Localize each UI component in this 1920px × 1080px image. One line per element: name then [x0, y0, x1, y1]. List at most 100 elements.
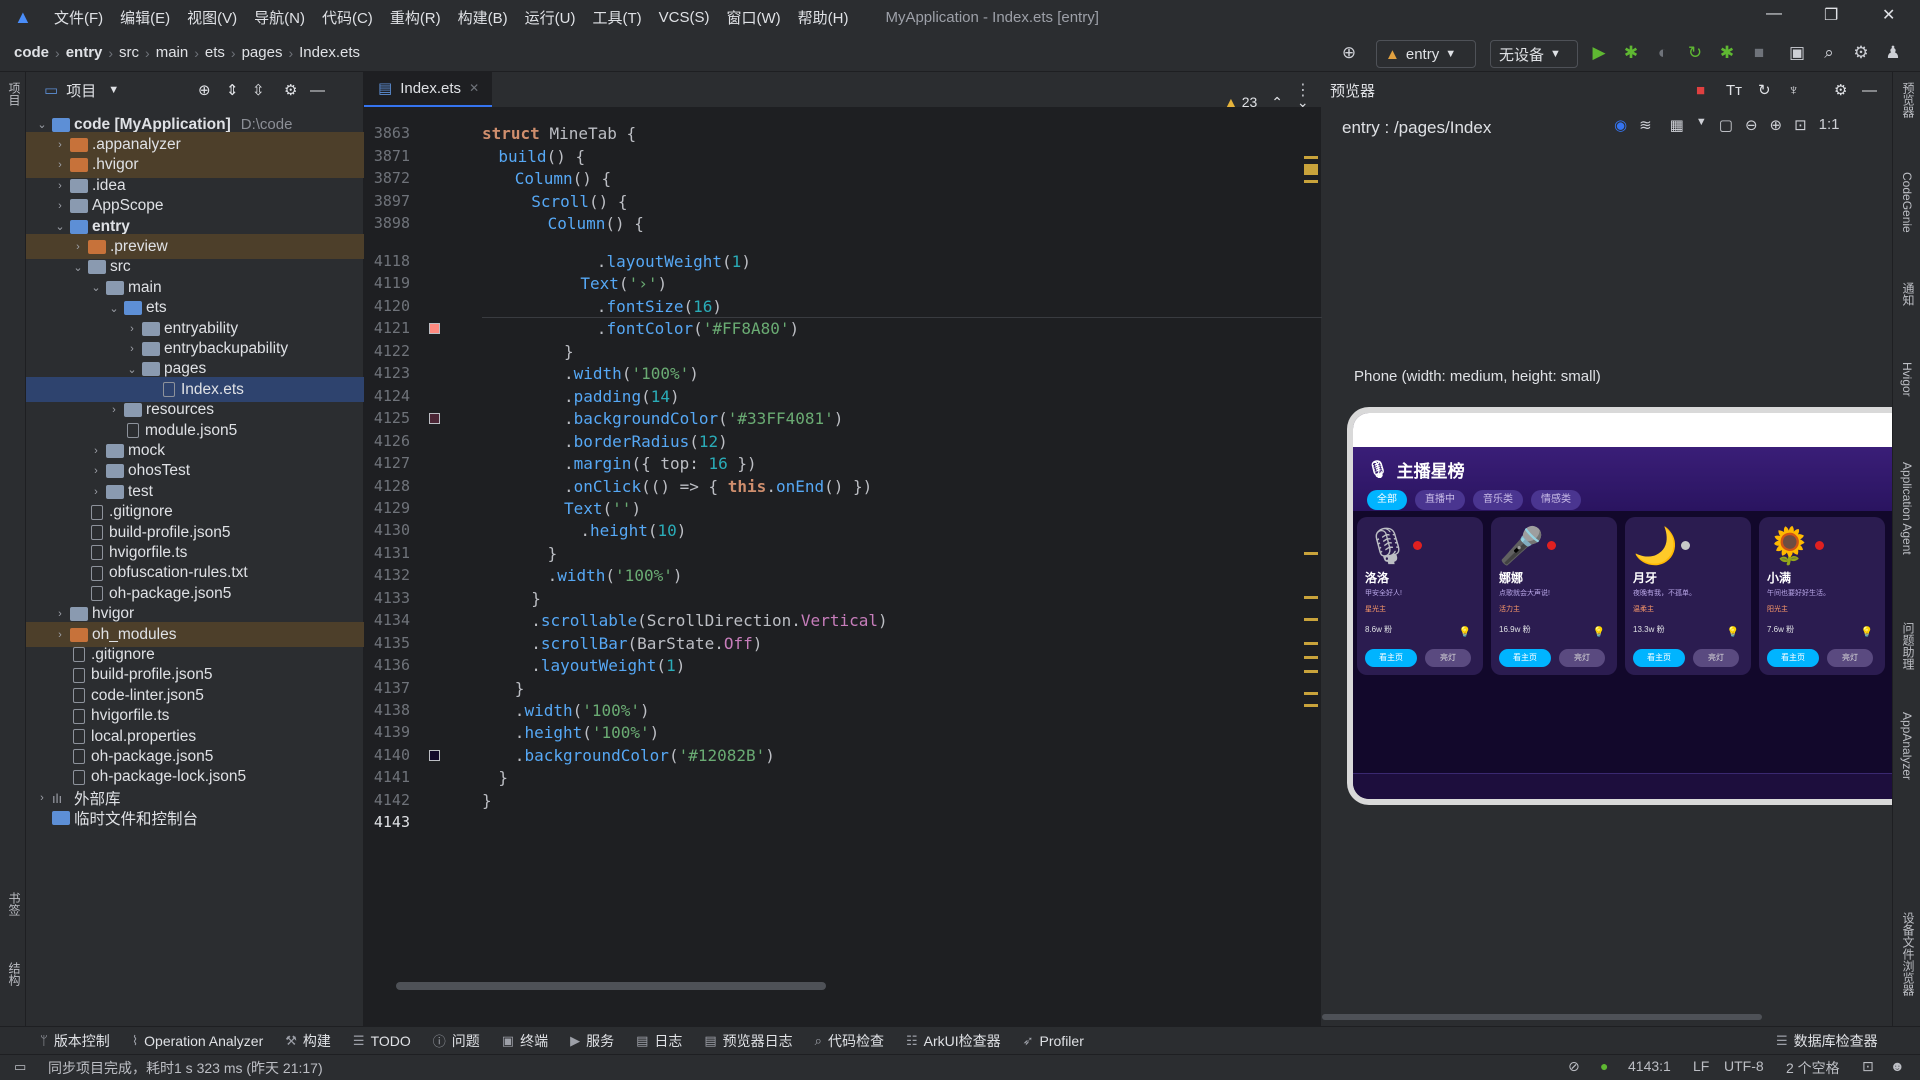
warning-stripe[interactable] [1304, 180, 1318, 183]
tool-previewer-log[interactable]: ▤ 预览器日志 [704, 1031, 792, 1051]
warning-stripe[interactable] [1304, 618, 1318, 621]
preview-scrollbar[interactable] [1322, 1014, 1762, 1020]
run-icon[interactable]: ▶ [1588, 42, 1610, 64]
code-line[interactable]: } [482, 342, 574, 361]
chevron-down-icon[interactable]: ⌄ [106, 302, 122, 315]
chevron-right-icon[interactable]: › [88, 445, 104, 457]
device-manager-icon[interactable]: ▣ [1786, 42, 1808, 64]
tool-problems[interactable]: ⓘ 问题 [433, 1031, 480, 1051]
apply-changes-icon[interactable]: ✱ [1716, 42, 1738, 64]
project-header-label[interactable]: 项目 [66, 80, 96, 101]
previewer-tool-button[interactable]: 预览器 [1900, 82, 1917, 118]
chevron-right-icon[interactable]: › [70, 241, 86, 253]
tool-database-inspector[interactable]: ☰ 数据库检查器 [1776, 1031, 1878, 1051]
chip-music[interactable]: 音乐类 [1473, 490, 1523, 510]
light-button[interactable]: 亮灯 [1693, 649, 1739, 667]
crumb-ets[interactable]: ets [205, 44, 225, 61]
debug-icon[interactable]: ✱ [1620, 42, 1642, 64]
lock-icon[interactable]: ⊡ [1862, 1058, 1874, 1075]
menu-refactor[interactable]: 重构(R) [390, 7, 441, 28]
warning-stripe[interactable] [1304, 656, 1318, 659]
close-icon[interactable]: ✕ [1882, 5, 1895, 25]
chevron-right-icon[interactable]: › [52, 159, 68, 171]
expand-all-icon[interactable]: ⇕ [226, 81, 239, 99]
view-home-button[interactable]: 看主页 [1633, 649, 1685, 667]
color-swatch[interactable] [429, 323, 440, 335]
view-home-button[interactable]: 看主页 [1365, 649, 1417, 667]
caret-position[interactable]: 4143:1 [1628, 1058, 1671, 1074]
zoom-in-icon[interactable]: ⊕ [1770, 116, 1783, 134]
light-button[interactable]: 亮灯 [1425, 649, 1471, 667]
zoom-out-icon[interactable]: ⊖ [1745, 116, 1758, 134]
crumb-code[interactable]: code [14, 44, 49, 61]
codegenie-tool-button[interactable]: CodeGenie [1900, 172, 1914, 233]
menu-window[interactable]: 窗口(W) [726, 7, 780, 28]
device-select[interactable]: 无设备 ▼ [1490, 40, 1578, 68]
code-line[interactable]: .padding(14) [482, 387, 680, 406]
search-icon[interactable]: ⌕ [1818, 42, 1840, 64]
bookmarks-tool-button[interactable]: 书签 [6, 892, 23, 916]
menu-vcs[interactable]: VCS(S) [659, 9, 710, 26]
color-swatch[interactable] [429, 749, 440, 761]
view-home-button[interactable]: 看主页 [1499, 649, 1551, 667]
module-select[interactable]: ▲ entry ▼ [1376, 40, 1476, 68]
chevron-right-icon[interactable]: › [34, 792, 50, 804]
chevron-right-icon[interactable]: › [124, 343, 140, 355]
chevron-right-icon[interactable]: › [106, 404, 122, 416]
problem-assistant-tool-button[interactable]: 问题助理 [1900, 622, 1917, 670]
tool-terminal[interactable]: ▣ 终端 [502, 1031, 548, 1051]
tab-index-ets[interactable]: ▤ Index.ets ✕ [364, 71, 492, 107]
chevron-right-icon[interactable]: › [52, 608, 68, 620]
code-line[interactable]: .layoutWeight(1) [482, 252, 751, 271]
actual-size-icon[interactable]: 1:1 [1819, 116, 1840, 134]
frame-icon[interactable]: ▢ [1719, 116, 1733, 134]
warning-stripe[interactable] [1304, 642, 1318, 645]
light-button[interactable]: 亮灯 [1827, 649, 1873, 667]
chevron-right-icon[interactable]: › [88, 465, 104, 477]
anchor-card[interactable]: 🌙 月牙 夜晚有我，不孤单。 温柔主 13.3w 粉 💡 看主页 亮灯 [1625, 517, 1751, 675]
tool-version-control[interactable]: ᛘ 版本控制 [40, 1031, 110, 1051]
code-line[interactable]: .onClick(() => { this.onEnd() }) [482, 477, 872, 496]
chip-live[interactable]: 直播中 [1415, 490, 1465, 510]
settings-icon[interactable]: ⚙ [1850, 42, 1872, 64]
menu-help[interactable]: 帮助(H) [798, 7, 849, 28]
code-line[interactable]: .fontSize(16) [482, 297, 722, 316]
crumb-entry[interactable]: entry [66, 44, 103, 61]
tool-arkui-inspector[interactable]: ☷ ArkUI检查器 [906, 1031, 1001, 1051]
next-highlight-icon[interactable]: ⌄ [1297, 94, 1309, 110]
code-line[interactable]: build() { [482, 147, 585, 166]
application-agent-tool-button[interactable]: Application Agent [1900, 462, 1914, 555]
hide-icon[interactable]: — [310, 82, 325, 99]
font-size-icon[interactable]: Tт [1726, 82, 1742, 99]
chevron-right-icon[interactable]: › [52, 200, 68, 212]
chevron-down-icon[interactable]: ⌄ [34, 118, 50, 131]
project-tool-button[interactable]: 项目 [6, 82, 23, 106]
menu-navigate[interactable]: 导航(N) [254, 7, 305, 28]
menu-file[interactable]: 文件(F) [54, 7, 103, 28]
grid-icon[interactable]: ▦ [1670, 116, 1684, 134]
collapse-all-icon[interactable]: ⇳ [252, 81, 265, 99]
eye-icon[interactable]: ◉ [1614, 116, 1627, 134]
hvigor-tool-button[interactable]: Hvigor [1900, 362, 1914, 397]
attach-icon[interactable]: ◐ [1652, 42, 1674, 64]
code-line[interactable]: .fontColor('#FF8A80') [482, 319, 799, 338]
chevron-down-icon[interactable]: ▼ [108, 84, 119, 96]
crumb-main[interactable]: main [156, 44, 189, 61]
code-line[interactable]: .backgroundColor('#12082B') [482, 746, 775, 765]
prev-highlight-icon[interactable]: ⌃ [1271, 94, 1283, 110]
code-line[interactable]: } [482, 768, 508, 787]
stop-icon[interactable]: ■ [1748, 42, 1770, 64]
file-encoding[interactable]: UTF-8 [1724, 1058, 1764, 1074]
horizontal-scrollbar[interactable] [396, 982, 826, 990]
anchor-card[interactable]: 🎙 洛洛 甲安全好人! 星光主 8.6w 粉 💡 看主页 亮灯 [1357, 517, 1483, 675]
fit-icon[interactable]: ⊡ [1794, 116, 1807, 134]
gear-icon[interactable]: ⚙ [1834, 81, 1847, 99]
code-line[interactable]: .backgroundColor('#33FF4081') [482, 409, 843, 428]
menu-view[interactable]: 视图(V) [187, 7, 237, 28]
warning-stripe[interactable] [1304, 670, 1318, 673]
chevron-right-icon[interactable]: › [52, 180, 68, 192]
code-line[interactable]: Text('›') [482, 274, 667, 293]
chevron-down-icon[interactable]: ⌄ [88, 281, 104, 294]
code-line[interactable]: .width('100%') [482, 566, 683, 585]
menu-tools[interactable]: 工具(T) [592, 7, 641, 28]
